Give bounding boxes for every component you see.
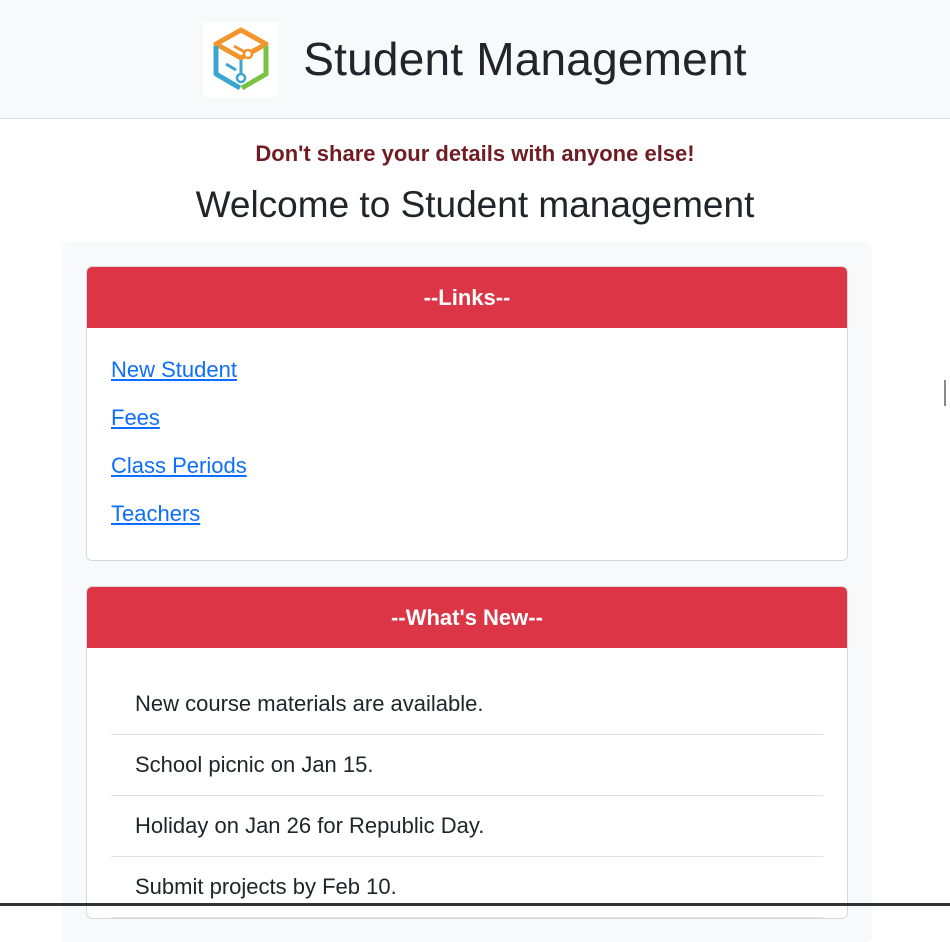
whats-new-card-header: --What's New--: [87, 587, 847, 648]
link-class-periods[interactable]: Class Periods: [111, 450, 247, 482]
news-item: Holiday on Jan 26 for Republic Day.: [111, 796, 823, 857]
page-title: Welcome to Student management: [195, 184, 755, 225]
links-list: New Student Fees Class Periods Teachers: [87, 328, 847, 560]
links-card-header: --Links--: [87, 267, 847, 328]
news-item: Submit projects by Feb 10.: [111, 857, 823, 918]
links-card: --Links-- New Student Fees Class Periods…: [86, 266, 848, 561]
news-item: New course materials are available.: [111, 674, 823, 735]
privacy-warning: Don't share your details with anyone els…: [255, 141, 695, 166]
news-item: School picnic on Jan 15.: [111, 735, 823, 796]
news-list-container: New course materials are available. Scho…: [87, 648, 847, 918]
whats-new-card: --What's New-- New course materials are …: [86, 586, 848, 919]
app-title: Student Management: [303, 33, 747, 85]
app-header: Student Management: [0, 0, 950, 119]
link-teachers[interactable]: Teachers: [111, 498, 200, 530]
window-edge-marker: [944, 380, 950, 406]
cube-logo-icon: [203, 21, 279, 97]
link-new-student[interactable]: New Student: [111, 354, 237, 386]
news-list: New course materials are available. Scho…: [111, 674, 823, 918]
link-fees[interactable]: Fees: [111, 402, 160, 434]
main-content: --Links-- New Student Fees Class Periods…: [62, 242, 872, 942]
